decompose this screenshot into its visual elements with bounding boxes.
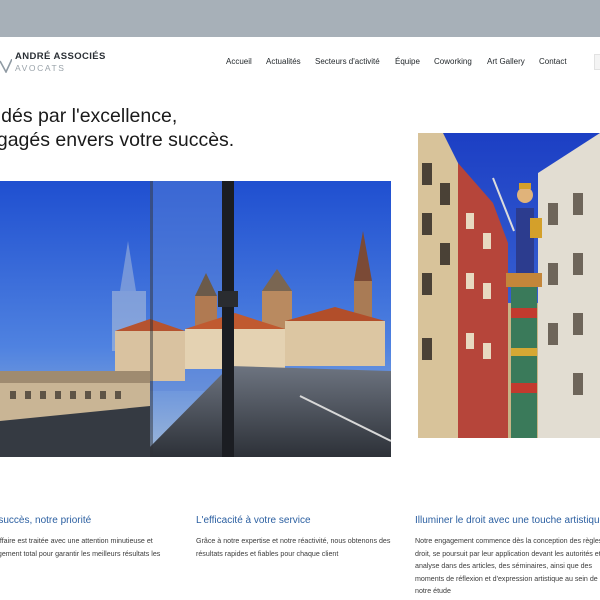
hero-title-line-2: ngagés envers votre succès. [0, 129, 235, 151]
fountain-statue-photo [418, 133, 600, 438]
feature-title: L'efficacité à votre service [196, 515, 311, 526]
feature-efficiency: L'efficacité à votre service Grâce à not… [196, 515, 396, 560]
feature-title: e succès, notre priorité [0, 515, 92, 526]
feature-text: Grâce à notre expertise et notre réactiv… [196, 537, 391, 558]
feature-text: e affaire est traitée avec une attention… [0, 537, 161, 558]
feature-text: Notre engagement commence dès la concept… [415, 537, 600, 596]
nav-item-art-gallery[interactable]: Art Gallery [487, 57, 525, 66]
nav-item-accueil[interactable]: Accueil [226, 57, 252, 66]
hero-title: uidés par l'excellence, ngagés envers vo… [0, 104, 234, 152]
main-nav: Accueil Actualités Secteurs d'activité É… [0, 57, 600, 71]
nav-item-contact[interactable]: Contact [539, 57, 567, 66]
header-action-button[interactable] [594, 54, 600, 70]
nav-item-secteurs[interactable]: Secteurs d'activité [315, 57, 380, 66]
hero-title-line-1: uidés par l'excellence, [0, 105, 178, 127]
feature-art: Illuminer le droit avec une touche artis… [415, 515, 600, 598]
city-cathedral-photo [0, 181, 391, 457]
site-header: ANDRÉ ASSOCIÉS AVOCATS Accueil Actualité… [0, 37, 600, 89]
nav-item-coworking[interactable]: Coworking [434, 57, 472, 66]
nav-item-equipe[interactable]: Équipe [395, 57, 420, 66]
feature-success: e succès, notre priorité e affaire est t… [0, 515, 180, 560]
top-banner [0, 0, 600, 37]
feature-title: Illuminer le droit avec une touche artis… [415, 515, 600, 526]
nav-item-actualites[interactable]: Actualités [266, 57, 301, 66]
